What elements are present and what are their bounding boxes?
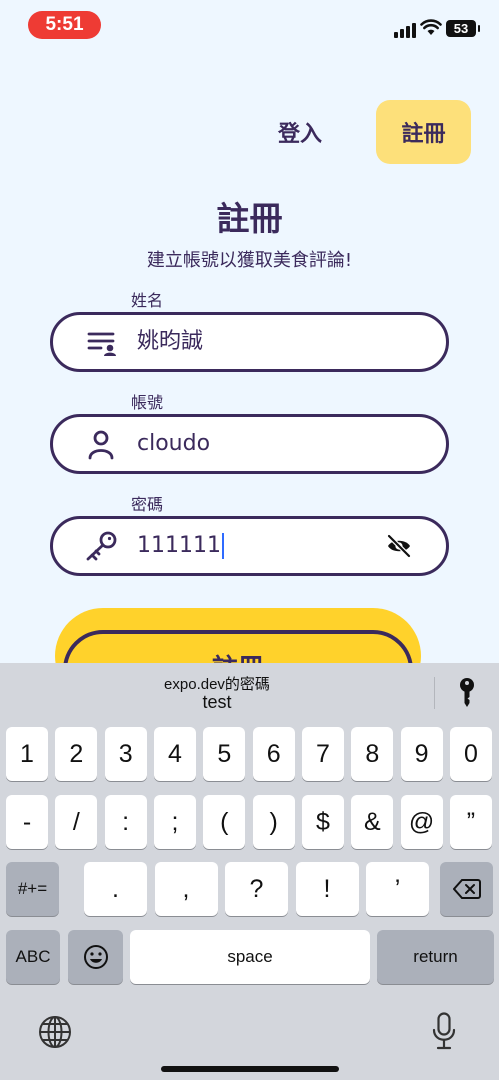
emoji-icon: [83, 945, 108, 969]
key-symbol[interactable]: (: [203, 795, 246, 849]
password-value: 111111: [137, 533, 221, 558]
eye-off-icon[interactable]: [386, 534, 412, 558]
globe-icon[interactable]: [38, 1015, 72, 1049]
space-key[interactable]: space: [130, 930, 370, 984]
key-3[interactable]: 3: [104, 727, 147, 781]
name-list-icon: [87, 332, 116, 356]
tab-register[interactable]: 註冊: [376, 100, 471, 164]
battery-indicator: 53: [446, 20, 480, 37]
shift-symbols-key[interactable]: #+=: [6, 862, 59, 916]
tab-login[interactable]: 登入: [260, 100, 340, 164]
key-punctuation[interactable]: .: [84, 862, 147, 916]
abc-key[interactable]: ABC: [6, 930, 60, 984]
key-symbol[interactable]: ): [252, 795, 295, 849]
password-field[interactable]: 111111: [50, 516, 449, 576]
key-9[interactable]: 9: [400, 727, 443, 781]
suggestion-source: expo.dev的密碼: [164, 676, 270, 693]
key-symbol[interactable]: &: [351, 795, 394, 849]
status-bar: 5:51 53: [0, 0, 499, 56]
account-input[interactable]: cloudo: [137, 417, 210, 471]
key-punctuation[interactable]: !: [295, 862, 359, 916]
emoji-key[interactable]: [68, 930, 123, 984]
microphone-icon[interactable]: [432, 1012, 456, 1050]
suggestion-value: test: [202, 692, 232, 712]
password-label: 密碼: [131, 495, 164, 514]
key-symbol[interactable]: @: [400, 795, 443, 849]
suggestion-divider: [434, 677, 435, 709]
name-input[interactable]: 姚昀誠: [137, 315, 203, 369]
return-key[interactable]: return: [377, 930, 494, 984]
backspace-key[interactable]: [440, 862, 493, 916]
password-suggestion[interactable]: expo.dev的密碼 test: [0, 663, 499, 719]
key-6[interactable]: 6: [252, 727, 295, 781]
key-2[interactable]: 2: [55, 727, 98, 781]
page-title: 註冊: [216, 199, 283, 238]
key-symbol[interactable]: /: [55, 795, 98, 849]
key-symbol[interactable]: ;: [153, 795, 196, 849]
name-label: 姓名: [131, 291, 164, 310]
cellular-signal-icon: [394, 23, 416, 38]
key-symbol[interactable]: :: [104, 795, 147, 849]
password-input[interactable]: 111111: [137, 519, 224, 573]
key-8[interactable]: 8: [351, 727, 394, 781]
key-punctuation[interactable]: ,: [154, 862, 218, 916]
user-icon: [88, 430, 114, 460]
account-field[interactable]: cloudo: [50, 414, 449, 474]
home-indicator: [161, 1066, 339, 1072]
key-0[interactable]: 0: [449, 727, 492, 781]
key-symbol[interactable]: $: [301, 795, 344, 849]
status-time[interactable]: 5:51: [28, 11, 101, 39]
passwords-key-icon[interactable]: [456, 677, 478, 709]
key-punctuation[interactable]: ?: [225, 862, 288, 916]
page-subtitle: 建立帳號以獲取美食評論!: [146, 250, 353, 271]
text-caret: [221, 533, 224, 559]
key-icon: [86, 531, 117, 561]
backspace-icon: [452, 879, 481, 899]
name-field[interactable]: 姚昀誠: [50, 312, 449, 372]
key-4[interactable]: 4: [153, 727, 196, 781]
account-label: 帳號: [131, 393, 164, 412]
key-5[interactable]: 5: [203, 727, 246, 781]
key-symbol[interactable]: -: [6, 795, 48, 849]
key-7[interactable]: 7: [301, 727, 344, 781]
key-1[interactable]: 1: [6, 727, 48, 781]
key-punctuation[interactable]: ’: [366, 862, 429, 916]
wifi-icon: [420, 19, 442, 35]
key-symbol[interactable]: ”: [449, 795, 492, 849]
